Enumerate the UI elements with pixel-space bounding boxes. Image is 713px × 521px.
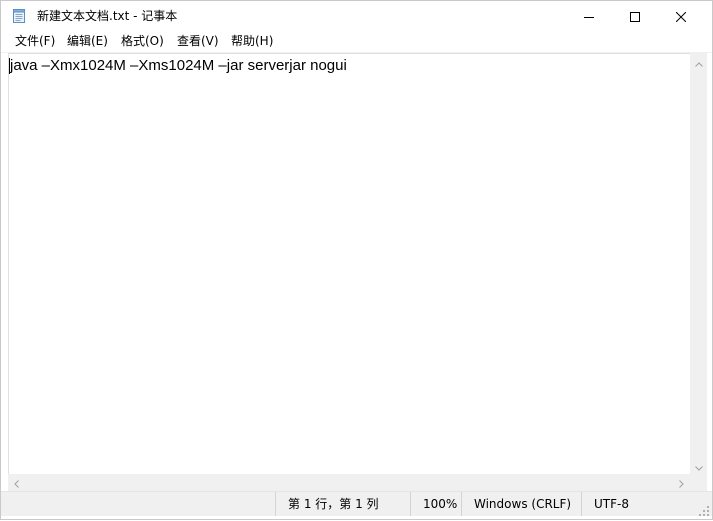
minimize-icon: [584, 7, 594, 26]
vertical-scrollbar[interactable]: [690, 53, 707, 474]
status-encoding: UTF-8: [581, 492, 691, 516]
minimize-button[interactable]: [566, 1, 612, 31]
text-editor[interactable]: java –Xmx1024M –Xms1024M –jar serverjar …: [8, 53, 690, 474]
maximize-button[interactable]: [612, 1, 658, 31]
menu-bar: 文件(F) 编辑(E) 格式(O) 查看(V) 帮助(H): [1, 31, 712, 53]
scroll-down-button[interactable]: [690, 457, 707, 474]
window-title: 新建文本文档.txt - 记事本: [37, 9, 178, 23]
menu-edit[interactable]: 编辑(E): [65, 33, 110, 50]
resize-grip-icon[interactable]: [698, 502, 710, 516]
editor-content[interactable]: java –Xmx1024M –Xms1024M –jar serverjar …: [10, 57, 347, 75]
scroll-up-button[interactable]: [690, 53, 707, 70]
close-icon: [675, 7, 687, 26]
close-button[interactable]: [658, 1, 704, 31]
menu-help[interactable]: 帮助(H): [229, 33, 275, 50]
chevron-left-icon: [14, 473, 19, 492]
notepad-icon: [11, 8, 27, 24]
notepad-window: 新建文本文档.txt - 记事本 文件(F) 编辑(E) 格式(O) 查看(V): [0, 0, 713, 520]
status-line-ending: Windows (CRLF): [461, 492, 581, 516]
scroll-right-button[interactable]: [673, 474, 690, 491]
horizontal-scrollbar[interactable]: [8, 474, 690, 491]
chevron-up-icon: [694, 52, 703, 71]
status-bar: 第 1 行，第 1 列 100% Windows (CRLF) UTF-8: [1, 491, 712, 516]
chevron-down-icon: [694, 456, 703, 475]
scroll-left-button[interactable]: [8, 474, 25, 491]
maximize-icon: [630, 7, 640, 26]
status-zoom: 100%: [410, 492, 461, 516]
chevron-right-icon: [679, 473, 684, 492]
menu-view[interactable]: 查看(V): [175, 33, 221, 50]
menu-file[interactable]: 文件(F): [13, 33, 57, 50]
status-cursor-position: 第 1 行，第 1 列: [275, 492, 410, 516]
title-bar[interactable]: 新建文本文档.txt - 记事本: [1, 1, 712, 31]
menu-format[interactable]: 格式(O): [119, 33, 166, 50]
scrollbar-corner: [690, 474, 707, 491]
